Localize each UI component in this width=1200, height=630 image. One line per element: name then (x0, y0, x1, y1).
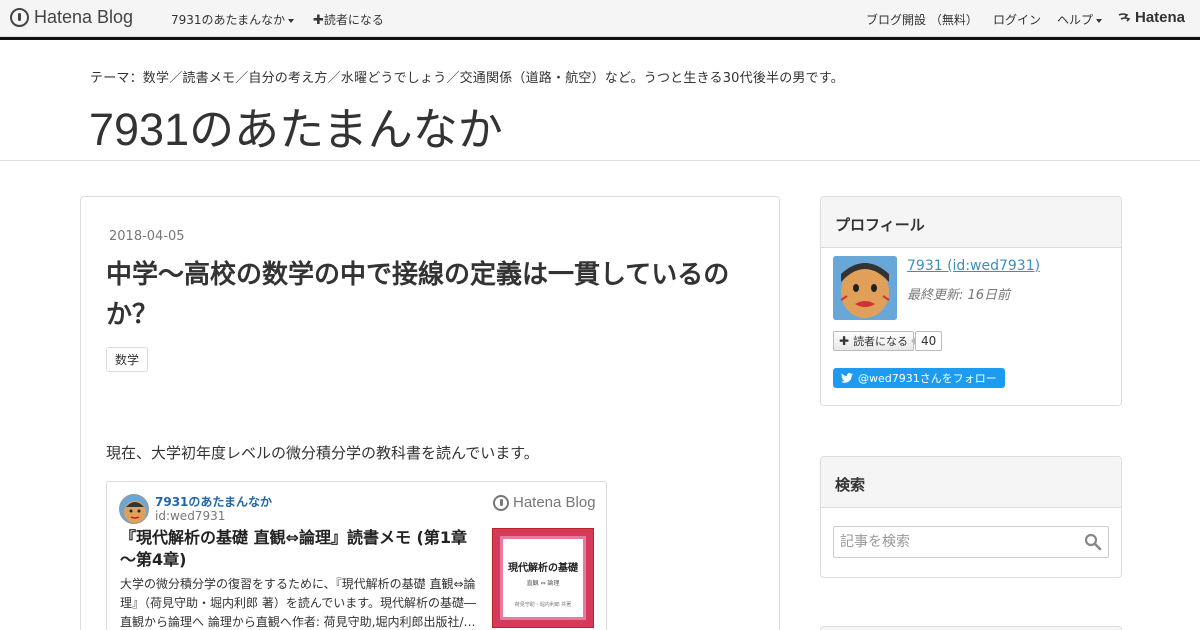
avatar (119, 494, 149, 524)
blog-description: テーマ：数学／読書メモ／自分の考え方／水曜どうでしょう／交通関係（道路・航空）な… (90, 71, 844, 86)
blog-card-embed[interactable]: 7931のあたまんなか id:wed7931 Hatena Blog 『現代解析… (106, 481, 607, 630)
twitter-icon (841, 373, 853, 383)
hatena-blog-logo-icon (493, 494, 509, 511)
open-blog-link[interactable]: ブログ開設 （無料） (866, 11, 978, 28)
login-link[interactable]: ログイン (993, 11, 1041, 28)
global-header: Hatena Blog 7931のあたまんなか ✚読者になる ブログ開設 （無料… (0, 0, 1200, 37)
embed-hatena-blog-logo: Hatena Blog (493, 494, 596, 511)
blog-title[interactable]: 7931のあたまんなか (89, 93, 503, 158)
embed-title[interactable]: 『現代解析の基礎 直観⇔論理』読書メモ (第1章～第4章) (120, 527, 475, 571)
search-module: 検索 (820, 456, 1122, 578)
book-cover: 現代解析の基礎 直観 ⇔ 論理 荷見守助・堀内利郎 共著 (500, 536, 586, 620)
embed-blog-name[interactable]: 7931のあたまんなか (155, 493, 272, 510)
blog-header: テーマ：数学／読書メモ／自分の考え方／水曜どうでしょう／交通関係（道路・航空）な… (0, 40, 1200, 161)
profile-name-link[interactable]: 7931 (id:wed7931) (907, 258, 1040, 274)
embed-user-id: id:wed7931 (155, 509, 226, 523)
embed-brand-label: Hatena Blog (513, 494, 596, 511)
embed-thumbnail[interactable]: 現代解析の基礎 直観 ⇔ 論理 荷見守助・堀内利郎 共著 (492, 528, 594, 628)
plus-icon: ✚ (839, 334, 850, 348)
search-icon[interactable] (1084, 533, 1102, 551)
entry-card: 2018-04-05 中学～高校の数学の中で接線の定義は一貫しているのか？ 数学… (80, 196, 780, 630)
book-cover-subtitle: 直観 ⇔ 論理 (526, 580, 560, 587)
subscribe-button[interactable]: ✚ 読者になる (833, 331, 915, 351)
help-dropdown[interactable]: ヘルプ (1057, 11, 1102, 28)
blog-menu-dropdown[interactable]: 7931のあたまんなか (171, 11, 294, 28)
entry-paragraph: 現在、大学初年度レベルの微分積分学の教科書を読んでいます。 (106, 444, 539, 462)
profile-heading: プロフィール (821, 197, 1121, 248)
hatena-blog-logo[interactable]: Hatena Blog (10, 7, 133, 28)
subscribe-button-label: 読者になる (853, 335, 909, 348)
subscribe-link-label: 読者になる (323, 13, 384, 27)
profile-avatar[interactable] (833, 256, 897, 320)
entry-title[interactable]: 中学～高校の数学の中で接線の定義は一貫しているのか？ (106, 255, 756, 335)
embed-excerpt: 大学の微分積分学の復習をするために、『現代解析の基礎 直観⇔論理』（荷見守助・堀… (120, 577, 477, 629)
search-input[interactable] (834, 527, 1078, 557)
profile-last-updated: 最終更新: 16日前 (907, 288, 1011, 303)
subscribe-link[interactable]: ✚読者になる (313, 11, 384, 28)
profile-module: プロフィール 7931 (id:wed7931) 最終更新: 16日前 ✚ 読者… (820, 196, 1122, 406)
subscriber-count[interactable]: 40 (910, 331, 943, 351)
book-cover-authors: 荷見守助・堀内利郎 共著 (514, 602, 572, 608)
hatena-blog-logo-icon (10, 8, 29, 27)
hatena-menu[interactable]: Hatena (1118, 9, 1185, 26)
twitter-follow-button[interactable]: @wed7931さんをフォロー (833, 368, 1005, 388)
search-heading: 検索 (821, 457, 1121, 508)
search-form (833, 526, 1109, 558)
category-tag[interactable]: 数学 (106, 347, 149, 372)
plus-icon: ✚ (313, 13, 324, 28)
entry-date[interactable]: 2018-04-05 (109, 229, 185, 244)
hatena-menu-label: Hatena (1135, 9, 1186, 26)
hatena-icon (1118, 12, 1131, 22)
next-sidebar-module (820, 626, 1122, 630)
hatena-blog-logo-text: Hatena Blog (34, 7, 134, 27)
twitter-follow-label: @wed7931さんをフォロー (858, 372, 997, 385)
book-cover-title: 現代解析の基礎 (508, 563, 578, 574)
